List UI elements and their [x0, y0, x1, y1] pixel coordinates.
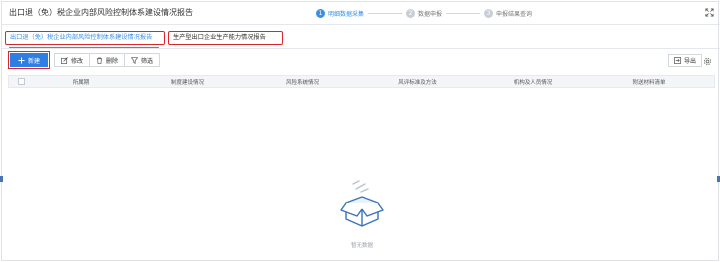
new-button-label: 新建 — [28, 57, 41, 65]
edit-button-label: 修改 — [71, 57, 84, 65]
column-header[interactable]: 风评标准及方法 — [360, 78, 475, 86]
plus-icon — [18, 56, 25, 64]
export-icon — [674, 57, 681, 64]
step-3[interactable]: 3 申报结果查询 — [484, 8, 533, 18]
step-3-circle: 3 — [484, 8, 494, 18]
column-header[interactable]: 机构及人员情况 — [475, 78, 591, 86]
step-2-circle: 2 — [406, 8, 416, 18]
main-panel: 出口退（免）税企业内部风险控制体系建设情况报告 1 明细数据采集 2 数据申报 … — [1, 1, 720, 261]
column-header[interactable]: 制度建设情况 — [130, 78, 245, 86]
tab-risk-control-report[interactable]: 出口退（免）税企业内部风险控制体系建设情况报告 — [5, 31, 165, 45]
step-2[interactable]: 2 数据申报 — [406, 8, 443, 18]
step-1[interactable]: 1 明细数据采集 — [316, 8, 365, 18]
column-header[interactable]: 所属期 — [32, 78, 130, 86]
filter-button[interactable]: 筛选 — [124, 53, 161, 67]
trash-icon — [96, 57, 103, 64]
step-1-circle: 1 — [316, 8, 325, 18]
export-button[interactable]: 导出 — [668, 54, 703, 67]
column-header[interactable]: 风险系统情况 — [245, 78, 360, 86]
step-progress: 1 明细数据采集 2 数据申报 3 申报结果查询 — [316, 6, 532, 20]
tabs-divider — [2, 48, 720, 49]
empty-box-icon — [340, 180, 384, 227]
step-connector — [368, 12, 403, 14]
column-header[interactable]: 附送材料清单 — [591, 78, 707, 86]
resize-handle-left[interactable] — [0, 176, 3, 182]
tab-production-capacity-report[interactable]: 生产型出口企业生产能力情况报告 — [168, 31, 283, 45]
step-3-label: 申报结果查询 — [496, 10, 533, 18]
new-button[interactable]: 新建 — [7, 51, 51, 69]
delete-button-label: 删除 — [106, 57, 119, 65]
page-header: 出口退（免）税企业内部风险控制体系建设情况报告 1 明细数据采集 2 数据申报 … — [2, 2, 720, 25]
settings-icon[interactable] — [703, 57, 712, 66]
table-header: 所属期 制度建设情况 风险系统情况 风评标准及方法 机构及人员情况 附送材料清单 — [8, 75, 715, 88]
export-button-label: 导出 — [684, 58, 697, 65]
filter-icon — [131, 56, 139, 64]
toolbar: 新建 修改 删除 筛选 — [7, 51, 161, 69]
step-2-label: 数据申报 — [418, 10, 443, 18]
edit-icon — [61, 56, 68, 64]
edit-button[interactable]: 修改 — [54, 53, 91, 67]
page-title: 出口退（免）税企业内部风险控制体系建设情况报告 — [9, 8, 193, 17]
select-all-checkbox[interactable] — [18, 78, 25, 85]
fullscreen-icon[interactable] — [705, 8, 714, 17]
step-1-label: 明细数据采集 — [328, 10, 365, 18]
delete-button[interactable]: 删除 — [89, 53, 126, 67]
filter-button-label: 筛选 — [141, 57, 154, 65]
step-connector — [446, 12, 481, 14]
empty-state-text: 暂无数据 — [350, 243, 373, 249]
